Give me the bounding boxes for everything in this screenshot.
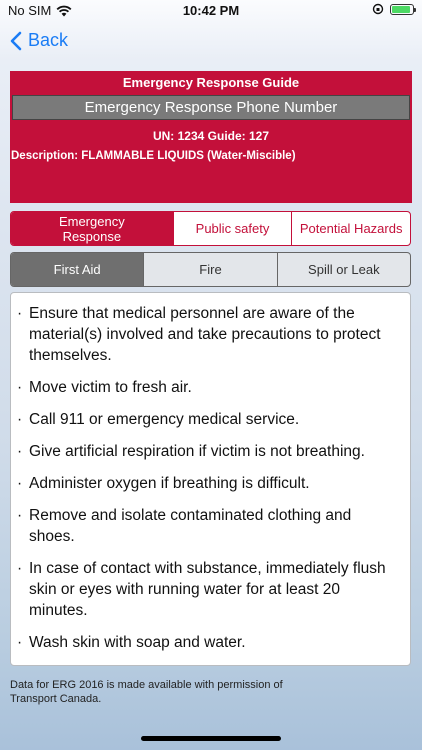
- status-time: 10:42 PM: [182, 3, 240, 18]
- tab-emergency-response[interactable]: Emergency Response: [11, 212, 173, 245]
- list-item-text: Wash skin with soap and water.: [29, 634, 246, 651]
- emergency-phone-button[interactable]: Emergency Response Phone Number: [12, 95, 410, 120]
- orientation-lock-icon: [372, 3, 384, 15]
- list-item: · Administer oxygen if breathing is diffi…: [17, 473, 400, 494]
- list-item-text: Give artificial respiration if victim is…: [29, 443, 365, 460]
- status-bar: No SIM 10:42 PM: [0, 0, 422, 22]
- back-button[interactable]: Back: [10, 30, 68, 51]
- list-item: · In case of contact with substance, imme…: [17, 558, 400, 621]
- list-item-text: Administer oxygen if breathing is diffic…: [29, 475, 310, 492]
- tab-public-safety[interactable]: Public safety: [172, 212, 292, 245]
- primary-tabs: Emergency Response Public safety Potenti…: [10, 211, 411, 246]
- bullet: ·: [17, 560, 23, 577]
- tab-first-aid[interactable]: First Aid: [11, 253, 144, 286]
- tab-fire[interactable]: Fire: [143, 253, 276, 286]
- first-aid-content[interactable]: · Ensure that medical personnel are aware…: [10, 292, 411, 666]
- bullet: ·: [17, 411, 23, 428]
- list-item: · Remove and isolate contaminated clothin…: [17, 505, 400, 547]
- list-item: · Give artificial respiration if victim i…: [17, 441, 400, 462]
- list-item-text: Remove and isolate contaminated clothing…: [29, 507, 352, 545]
- footer-note: Data for ERG 2016 is made available with…: [10, 679, 283, 705]
- back-label: Back: [28, 30, 69, 50]
- list-item-text: Ensure that medical personnel are aware …: [29, 305, 381, 364]
- description-line: Description: FLAMMABLE LIQUIDS (Water-Mi…: [11, 150, 296, 162]
- bullet: ·: [17, 379, 23, 396]
- list-item: · Move victim to fresh air.: [17, 377, 400, 398]
- bullet: ·: [17, 507, 23, 524]
- bullet: ·: [17, 443, 23, 460]
- un-guide-line: UN: 1234 Guide: 127: [152, 129, 270, 143]
- list-item: · Wash skin with soap and water.: [17, 632, 400, 653]
- list-item: · Call 911 or emergency medical service.: [17, 409, 400, 430]
- status-right: [372, 3, 416, 15]
- list-item-text: In case of contact with substance, immed…: [29, 560, 386, 619]
- home-indicator[interactable]: [141, 736, 281, 741]
- tab-potential-hazards[interactable]: Potential Hazards: [291, 212, 410, 245]
- battery-level: [392, 5, 410, 13]
- list-item-text: Move victim to fresh air.: [29, 379, 192, 396]
- tab-spill-or-leak[interactable]: Spill or Leak: [276, 253, 410, 286]
- secondary-tabs: First Aid Fire Spill or Leak: [10, 252, 411, 287]
- bullet: ·: [17, 475, 23, 492]
- chevron-left-icon: [10, 31, 22, 50]
- guide-title: Emergency Response Guide: [122, 75, 300, 90]
- bullet: ·: [17, 305, 23, 322]
- bullet: ·: [17, 634, 23, 651]
- list-item-text: Call 911 or emergency medical service.: [29, 411, 300, 428]
- guide-header-card: Emergency Response Guide Emergency Respo…: [10, 71, 412, 203]
- battery-icon: [390, 3, 416, 15]
- list-item: · Ensure that medical personnel are aware…: [17, 303, 400, 366]
